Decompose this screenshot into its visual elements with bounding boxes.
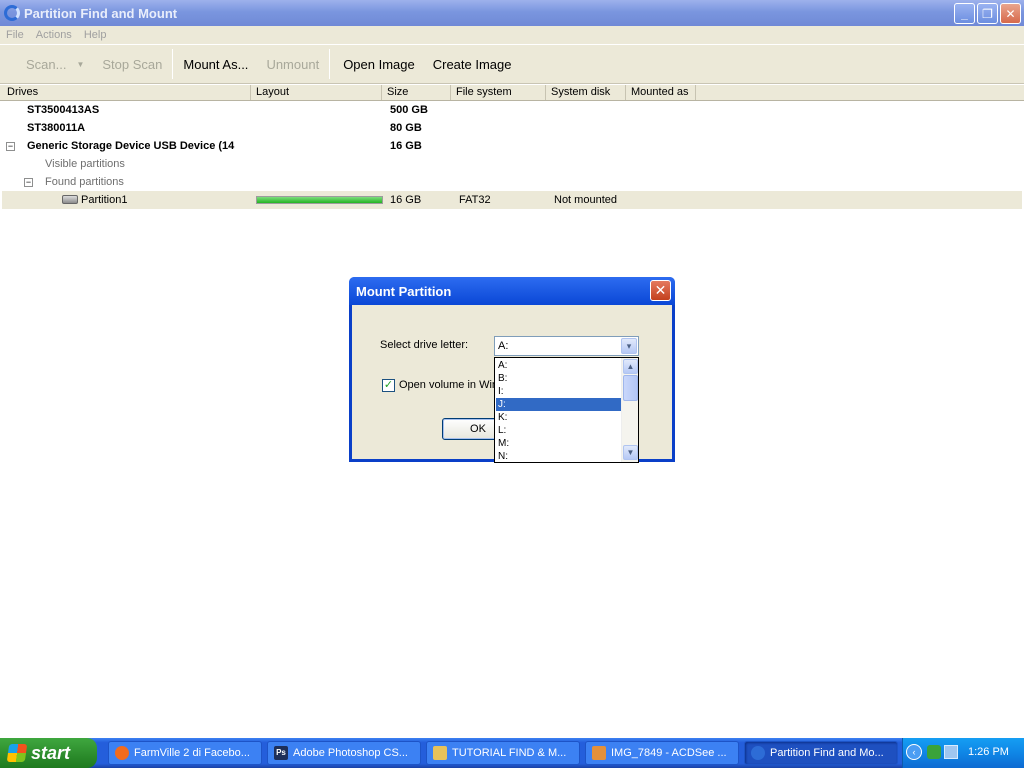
tree-row[interactable]: ST380011A 80 GB bbox=[0, 119, 1024, 137]
partition-size: 16 GB bbox=[390, 194, 422, 206]
partition-filesystem: FAT32 bbox=[459, 194, 491, 206]
toolbar-separator bbox=[329, 49, 331, 79]
close-button[interactable]: ✕ bbox=[1000, 3, 1021, 24]
toolbar-separator bbox=[172, 49, 174, 79]
menu-bar: File Actions Help bbox=[0, 26, 1024, 44]
unmount-button[interactable]: Unmount bbox=[257, 48, 328, 80]
task-partition-find[interactable]: Partition Find and Mo... bbox=[744, 741, 898, 765]
photoshop-icon: Ps bbox=[274, 746, 288, 760]
partition-app-icon bbox=[751, 746, 765, 760]
stop-scan-button[interactable]: Stop Scan bbox=[93, 48, 171, 80]
open-volume-label[interactable]: Open volume in Wind bbox=[399, 379, 504, 391]
open-volume-checkbox[interactable]: ✓ bbox=[382, 379, 395, 392]
network-icon[interactable] bbox=[944, 745, 958, 759]
dialog-title-bar: Mount Partition bbox=[349, 277, 675, 305]
column-size[interactable]: Size bbox=[382, 85, 451, 100]
drive-name: ST3500413AS bbox=[27, 104, 100, 116]
taskbar: start FarmVille 2 di Facebo... Ps Adobe … bbox=[0, 738, 1024, 768]
task-label: Partition Find and Mo... bbox=[770, 747, 884, 759]
system-tray: ‹ 1:26 PM bbox=[902, 738, 1024, 768]
partition-status: Not mounted bbox=[554, 194, 617, 206]
drive-size: 80 GB bbox=[390, 122, 422, 134]
drive-size: 16 GB bbox=[390, 140, 422, 152]
folder-icon bbox=[433, 746, 447, 760]
drive-name: Generic Storage Device USB Device (14 bbox=[27, 140, 235, 152]
windows-logo-icon bbox=[6, 744, 28, 762]
column-system-disk[interactable]: System disk bbox=[546, 85, 626, 100]
task-farmville[interactable]: FarmVille 2 di Facebo... bbox=[108, 741, 262, 765]
column-drives[interactable]: Drives bbox=[2, 85, 251, 100]
drive-letter-dropdown: A: B: I: J: K: L: M: N: ▲ ▼ bbox=[494, 357, 639, 463]
restore-button[interactable]: ❐ bbox=[977, 3, 998, 24]
menu-help[interactable]: Help bbox=[78, 29, 113, 41]
drive-letter-select[interactable]: A: ▾ bbox=[494, 336, 639, 356]
dropdown-option[interactable]: B: bbox=[496, 372, 622, 385]
security-icon[interactable] bbox=[927, 745, 941, 759]
title-bar: Partition Find and Mount _ ❐ ✕ bbox=[0, 0, 1024, 26]
task-label: FarmVille 2 di Facebo... bbox=[134, 747, 250, 759]
window-title: Partition Find and Mount bbox=[24, 5, 178, 21]
create-image-button[interactable]: Create Image bbox=[424, 48, 521, 80]
scrollbar-thumb[interactable] bbox=[623, 375, 638, 401]
toolbar: Scan... ▼ Stop Scan Mount As... Unmount … bbox=[0, 44, 1024, 84]
tree-row[interactable]: ST3500413AS 500 GB bbox=[0, 101, 1024, 119]
dropdown-option[interactable]: K: bbox=[496, 411, 622, 424]
dropdown-option[interactable]: I: bbox=[496, 385, 622, 398]
dropdown-option[interactable]: M: bbox=[496, 437, 622, 450]
column-layout[interactable]: Layout bbox=[251, 85, 382, 100]
app-icon bbox=[4, 5, 20, 21]
dialog-close-button[interactable]: ✕ bbox=[650, 280, 671, 301]
menu-file[interactable]: File bbox=[0, 29, 30, 41]
disk-icon bbox=[62, 195, 78, 204]
start-label: start bbox=[31, 742, 71, 763]
show-hidden-icons-button[interactable]: ‹ bbox=[906, 744, 922, 760]
task-label: IMG_7849 - ACDSee ... bbox=[611, 747, 727, 759]
task-label: TUTORIAL FIND & M... bbox=[452, 747, 567, 759]
partition-layout-bar bbox=[256, 196, 383, 204]
found-partitions-label: Found partitions bbox=[45, 176, 124, 188]
firefox-icon bbox=[115, 746, 129, 760]
dropdown-option[interactable]: N: bbox=[496, 450, 622, 462]
scroll-down-icon[interactable]: ▼ bbox=[623, 445, 638, 460]
partition-layout-fill bbox=[257, 197, 382, 203]
scan-label: Scan... bbox=[26, 56, 67, 72]
chevron-down-icon[interactable]: ▼ bbox=[76, 60, 84, 69]
collapse-icon[interactable]: − bbox=[24, 178, 33, 187]
chevron-down-icon[interactable]: ▾ bbox=[621, 338, 637, 354]
task-acdsee[interactable]: IMG_7849 - ACDSee ... bbox=[585, 741, 739, 765]
drive-name: ST380011A bbox=[27, 122, 86, 134]
minimize-button[interactable]: _ bbox=[954, 3, 975, 24]
dropdown-option[interactable]: A: bbox=[496, 359, 622, 372]
task-photoshop[interactable]: Ps Adobe Photoshop CS... bbox=[267, 741, 421, 765]
scroll-up-icon[interactable]: ▲ bbox=[623, 359, 638, 374]
dropdown-option[interactable]: L: bbox=[496, 424, 622, 437]
start-button[interactable]: start bbox=[0, 738, 97, 768]
task-label: Adobe Photoshop CS... bbox=[293, 747, 408, 759]
tree-row[interactable]: − Found partitions bbox=[0, 173, 1024, 191]
dialog-title: Mount Partition bbox=[356, 283, 452, 299]
column-headers: Drives Layout Size File system System di… bbox=[0, 85, 1024, 101]
drive-size: 500 GB bbox=[390, 104, 428, 116]
open-image-button[interactable]: Open Image bbox=[331, 48, 424, 80]
mount-as-button[interactable]: Mount As... bbox=[174, 48, 257, 80]
tree-row[interactable]: − Generic Storage Device USB Device (14 … bbox=[0, 137, 1024, 155]
tree-row[interactable]: Visible partitions bbox=[0, 155, 1024, 173]
acdsee-icon bbox=[592, 746, 606, 760]
partition-name: Partition1 bbox=[81, 194, 128, 206]
menu-actions[interactable]: Actions bbox=[30, 29, 78, 41]
drive-letter-label: Select drive letter: bbox=[380, 339, 469, 351]
visible-partitions-label: Visible partitions bbox=[45, 158, 125, 170]
clock: 1:26 PM bbox=[968, 746, 1009, 758]
dropdown-scrollbar[interactable]: ▲ ▼ bbox=[621, 358, 638, 462]
task-tutorial-folder[interactable]: TUTORIAL FIND & M... bbox=[426, 741, 580, 765]
column-file-system[interactable]: File system bbox=[451, 85, 546, 100]
collapse-icon[interactable]: − bbox=[6, 142, 15, 151]
partition-row[interactable]: Partition1 16 GB FAT32 Not mounted bbox=[2, 191, 1022, 209]
drive-letter-value: A: bbox=[498, 340, 509, 352]
dropdown-option-selected[interactable]: J: bbox=[496, 398, 622, 411]
scan-button[interactable]: Scan... ▼ bbox=[10, 48, 93, 80]
column-mounted-as[interactable]: Mounted as bbox=[626, 85, 696, 100]
